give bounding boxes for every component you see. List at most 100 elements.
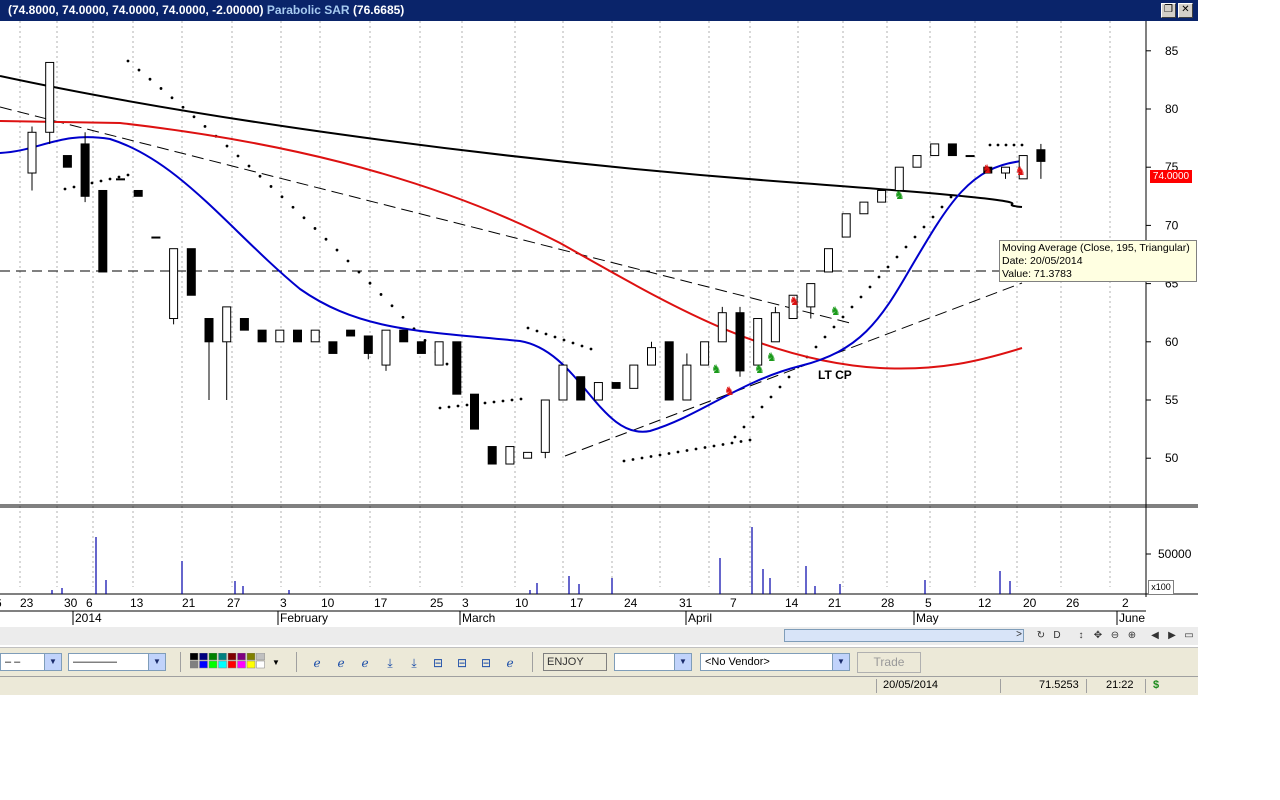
toolbar-divider bbox=[296, 652, 297, 672]
color-swatch[interactable] bbox=[199, 653, 208, 661]
toolbar-divider bbox=[532, 652, 533, 672]
x-tick-label: 28 bbox=[881, 596, 895, 610]
candle-body bbox=[894, 166, 904, 191]
price-chart[interactable]: 858075706560555050000 623306132127310172… bbox=[0, 21, 1198, 627]
candle-body bbox=[452, 341, 462, 395]
candle-body bbox=[470, 393, 479, 430]
x-tick-label: 17 bbox=[374, 596, 388, 610]
ie-icon[interactable]: ℯ bbox=[309, 655, 325, 671]
candle-body bbox=[363, 335, 373, 354]
layout-icon[interactable]: ⊟ bbox=[454, 655, 470, 671]
sar-dot bbox=[778, 385, 782, 389]
color-swatch[interactable] bbox=[246, 660, 256, 669]
color-palette-icon[interactable]: ▼ bbox=[190, 653, 280, 671]
sar-dot bbox=[694, 447, 698, 451]
layout-icon[interactable]: ⊟ bbox=[478, 655, 494, 671]
symbol-field[interactable]: ENJOY bbox=[543, 653, 607, 671]
status-divider bbox=[1086, 679, 1087, 693]
color-swatch[interactable] bbox=[246, 653, 256, 661]
sar-dot bbox=[667, 452, 671, 455]
color-swatch[interactable] bbox=[218, 653, 227, 661]
vendor-select[interactable]: <No Vendor> ▼ bbox=[700, 653, 850, 671]
window-icon[interactable]: ▭ bbox=[1182, 629, 1196, 643]
charting-window: (74.8000, 74.0000, 74.0000, 74.0000, -2.… bbox=[0, 0, 1198, 695]
status-value: 71.5253 bbox=[1039, 679, 1079, 691]
color-swatch[interactable] bbox=[227, 653, 237, 661]
candle-body bbox=[700, 341, 710, 366]
move-icon[interactable]: ✥ bbox=[1091, 629, 1105, 643]
sar-dot bbox=[580, 344, 584, 348]
restore-icon[interactable]: ❐ bbox=[1161, 3, 1176, 18]
color-swatch[interactable] bbox=[208, 660, 218, 669]
candle-body bbox=[169, 248, 179, 320]
line-width-select[interactable]: ———— ▼ bbox=[68, 653, 166, 671]
line-style-select[interactable]: – – ▼ bbox=[0, 653, 62, 671]
vendor-value: <No Vendor> bbox=[705, 656, 770, 668]
sar-dot bbox=[814, 345, 818, 349]
move-vertical-icon[interactable]: ↕ bbox=[1074, 629, 1088, 643]
download-icon[interactable]: ⤓ bbox=[406, 655, 422, 671]
x-tick-label: 3 bbox=[462, 596, 469, 610]
chevron-down-icon[interactable]: ▼ bbox=[148, 654, 165, 670]
chart-scroll-row: > bbox=[0, 627, 1198, 645]
toolbar-divider bbox=[180, 652, 181, 672]
status-divider bbox=[1145, 679, 1146, 693]
chevron-down-icon[interactable]: ▼ bbox=[832, 654, 849, 670]
status-time: 21:22 bbox=[1106, 679, 1134, 691]
refresh-icon[interactable]: ↻ bbox=[1034, 629, 1048, 643]
bear-signal-icon: ♞ bbox=[724, 384, 735, 398]
zoom-in-icon[interactable]: ⊕ bbox=[1125, 629, 1139, 643]
layout-icon[interactable]: ⊟ bbox=[430, 655, 446, 671]
prev-icon[interactable]: ◀ bbox=[1148, 629, 1162, 643]
bull-signal-icon: ♞ bbox=[894, 188, 905, 202]
d-icon[interactable]: D bbox=[1050, 629, 1064, 643]
currency-icon[interactable]: $ bbox=[1153, 677, 1159, 694]
color-swatch[interactable] bbox=[237, 653, 246, 661]
sar-dot bbox=[324, 237, 328, 241]
sar-dot bbox=[258, 174, 262, 178]
x-tick-label: 6 bbox=[86, 596, 93, 610]
sar-dot bbox=[465, 403, 469, 407]
interval-select[interactable]: ▼ bbox=[614, 653, 692, 671]
color-swatch[interactable] bbox=[190, 660, 199, 669]
zoom-out-icon[interactable]: ⊖ bbox=[1108, 629, 1122, 643]
download-icon[interactable]: ⤓ bbox=[382, 655, 398, 671]
candle-body bbox=[770, 312, 780, 343]
sar-dot bbox=[445, 362, 449, 366]
ie-icon[interactable]: ℯ bbox=[502, 655, 518, 671]
sar-dot bbox=[703, 446, 707, 449]
color-swatch[interactable] bbox=[218, 660, 227, 669]
color-swatch[interactable] bbox=[190, 653, 199, 661]
sar-dot bbox=[859, 295, 863, 299]
close-icon[interactable]: ✕ bbox=[1178, 3, 1193, 18]
scroll-right-icon[interactable]: > bbox=[1016, 629, 1022, 640]
sar-dot bbox=[137, 68, 141, 72]
sar-dot bbox=[841, 315, 845, 319]
month-label: March bbox=[462, 611, 495, 625]
color-swatch[interactable] bbox=[208, 653, 218, 661]
sar-dot bbox=[225, 144, 229, 148]
color-swatch[interactable] bbox=[256, 660, 265, 669]
sar-dot bbox=[170, 96, 174, 100]
sar-dot bbox=[313, 227, 317, 230]
color-swatch[interactable] bbox=[256, 653, 265, 661]
svg-text:▼: ▼ bbox=[272, 658, 280, 667]
horizontal-scrollbar[interactable]: > bbox=[784, 629, 1024, 642]
candle-body bbox=[434, 341, 444, 366]
sar-dot bbox=[99, 179, 103, 183]
chevron-down-icon[interactable]: ▼ bbox=[674, 654, 691, 670]
color-swatch[interactable] bbox=[227, 660, 237, 669]
color-swatch[interactable] bbox=[199, 660, 208, 669]
chevron-down-icon[interactable]: ▼ bbox=[44, 654, 61, 670]
sar-dot bbox=[63, 187, 67, 191]
trade-button[interactable]: Trade bbox=[857, 652, 921, 673]
color-swatch[interactable] bbox=[237, 660, 246, 669]
tooltip-line-3: Value: 71.3783 bbox=[1002, 268, 1072, 280]
ie-icon[interactable]: ℯ bbox=[333, 655, 349, 671]
ie-icon[interactable]: ℯ bbox=[357, 655, 373, 671]
candle-body bbox=[204, 318, 214, 343]
candle-body bbox=[859, 201, 869, 215]
x-tick-label: 23 bbox=[20, 596, 34, 610]
next-icon[interactable]: ▶ bbox=[1165, 629, 1179, 643]
chart-title-bar: (74.8000, 74.0000, 74.0000, 74.0000, -2.… bbox=[0, 0, 1198, 21]
